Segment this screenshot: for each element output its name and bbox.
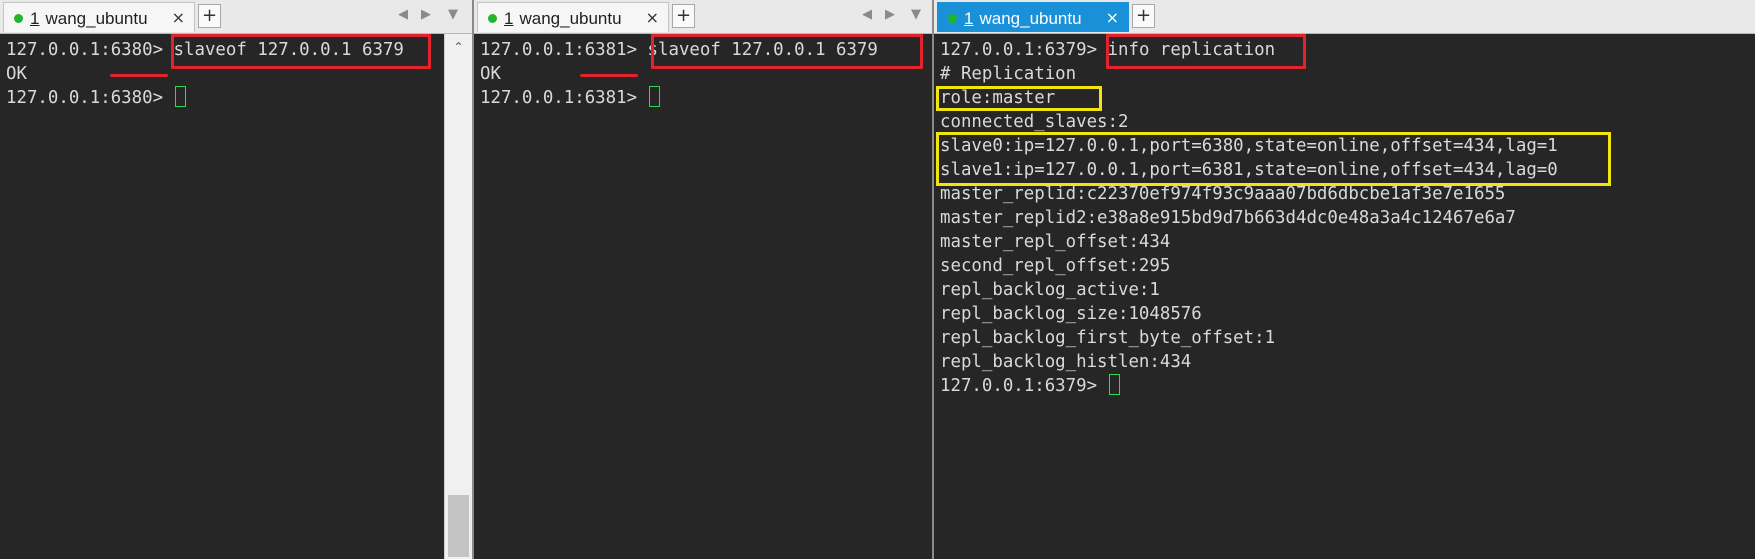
command-text: [1097, 376, 1107, 396]
terminal-line: 127.0.0.1:6379>: [940, 374, 1755, 398]
connected-status-icon: [948, 14, 957, 23]
chevron-left-icon[interactable]: ◀: [862, 7, 872, 22]
close-icon[interactable]: ×: [1106, 8, 1119, 27]
session-tab[interactable]: 1 wang_ubuntu ×: [477, 2, 669, 32]
terminal-output[interactable]: 127.0.0.1:6381> slaveof 127.0.0.1 6379 OK…: [474, 34, 932, 559]
add-tab-button[interactable]: +: [1132, 4, 1155, 28]
command-text: [163, 88, 173, 108]
tab-label: 1 wang_ubuntu: [504, 9, 622, 28]
terminal-line: second_repl_offset:295: [940, 254, 1755, 278]
add-tab-button[interactable]: +: [198, 4, 221, 28]
terminal-line: repl_backlog_size:1048576: [940, 302, 1755, 326]
output-text: connected_slaves:2: [940, 112, 1129, 132]
output-text: repl_backlog_active:1: [940, 280, 1160, 300]
port-underline-annotation: [580, 74, 638, 77]
session-tab-active[interactable]: 1 wang_ubuntu ×: [937, 2, 1129, 32]
output-text: OK: [480, 64, 501, 84]
close-icon[interactable]: ×: [646, 8, 659, 27]
prompt: 127.0.0.1:6381>: [480, 88, 638, 108]
prompt: 127.0.0.1:6380>: [6, 88, 164, 108]
output-text: repl_backlog_histlen:434: [940, 352, 1192, 372]
chevron-down-icon[interactable]: ▼: [448, 7, 458, 22]
command-highlight-box: [171, 34, 431, 69]
terminal-line: 127.0.0.1:6379> info replication: [940, 38, 1755, 62]
terminal-output[interactable]: 127.0.0.1:6380> slaveof 127.0.0.1 6379 OK…: [0, 34, 472, 559]
terminal-line: master_repl_offset:434: [940, 230, 1755, 254]
prompt: 127.0.0.1:6379>: [940, 40, 1098, 60]
output-text: second_repl_offset:295: [940, 256, 1171, 276]
cursor-icon: [648, 86, 660, 107]
terminal-output[interactable]: 127.0.0.1:6379> info replication # Replic…: [934, 34, 1755, 559]
role-highlight-box: [936, 86, 1102, 111]
command-highlight-box: [651, 34, 923, 69]
port-underline-annotation: [110, 74, 168, 77]
session-tab[interactable]: 1 wang_ubuntu ×: [3, 2, 195, 32]
terminal-pane-6379: 1 wang_ubuntu × + 127.0.0.1:6379> info re…: [934, 0, 1755, 559]
connected-status-icon: [14, 14, 23, 23]
tab-bar: 1 wang_ubuntu × + ◀ ▶ ▼: [474, 0, 932, 34]
prompt: 127.0.0.1:6379>: [940, 376, 1098, 396]
terminal-line: 127.0.0.1:6380>: [6, 86, 472, 110]
command-highlight-box: [1106, 34, 1306, 69]
chevron-right-icon[interactable]: ▶: [421, 7, 431, 22]
output-text: # Replication: [940, 64, 1077, 84]
output-text: repl_backlog_size:1048576: [940, 304, 1202, 324]
output-text: repl_backlog_first_byte_offset:1: [940, 328, 1276, 348]
output-text: OK: [6, 64, 27, 84]
output-text: master_replid2:e38a8e915bd9d7b663d4dc0e4…: [940, 208, 1516, 228]
terminal-line: # Replication: [940, 62, 1755, 86]
tab-label: 1 wang_ubuntu: [30, 9, 148, 28]
chevron-left-icon[interactable]: ◀: [398, 7, 408, 22]
terminal-line: repl_backlog_histlen:434: [940, 350, 1755, 374]
terminal-pane-6381: 1 wang_ubuntu × + ◀ ▶ ▼ 127.0.0.1:6381> s…: [474, 0, 932, 559]
scrollbar-thumb[interactable]: [448, 495, 469, 557]
add-tab-button[interactable]: +: [672, 4, 695, 28]
chevron-down-icon[interactable]: ▼: [911, 7, 921, 22]
tab-bar: 1 wang_ubuntu × + ◀ ▶ ▼: [0, 0, 472, 34]
cursor-icon: [174, 86, 186, 107]
tab-bar: 1 wang_ubuntu × +: [934, 0, 1755, 34]
terminal-line: repl_backlog_first_byte_offset:1: [940, 326, 1755, 350]
chevron-up-icon[interactable]: ⌃: [445, 40, 472, 54]
prompt: 127.0.0.1:6381>: [480, 40, 638, 60]
terminal-line: repl_backlog_active:1: [940, 278, 1755, 302]
cursor-icon: [1108, 374, 1120, 395]
tab-label: 1 wang_ubuntu: [964, 9, 1082, 28]
close-icon[interactable]: ×: [172, 8, 185, 27]
command-text: [637, 88, 647, 108]
terminal-pane-6380: 1 wang_ubuntu × + ◀ ▶ ▼ 127.0.0.1:6380> s…: [0, 0, 472, 559]
terminal-line: 127.0.0.1:6381>: [480, 86, 932, 110]
prompt: 127.0.0.1:6380>: [6, 40, 164, 60]
terminal-line: connected_slaves:2: [940, 110, 1755, 134]
vertical-scrollbar[interactable]: ⌃: [444, 34, 472, 559]
output-text: master_repl_offset:434: [940, 232, 1171, 252]
connected-status-icon: [488, 14, 497, 23]
chevron-right-icon[interactable]: ▶: [885, 7, 895, 22]
slaves-highlight-box: [936, 132, 1611, 186]
terminal-line: master_replid2:e38a8e915bd9d7b663d4dc0e4…: [940, 206, 1755, 230]
output-text: master_replid:c22370ef974f93c9aaa07bd6db…: [940, 184, 1506, 204]
